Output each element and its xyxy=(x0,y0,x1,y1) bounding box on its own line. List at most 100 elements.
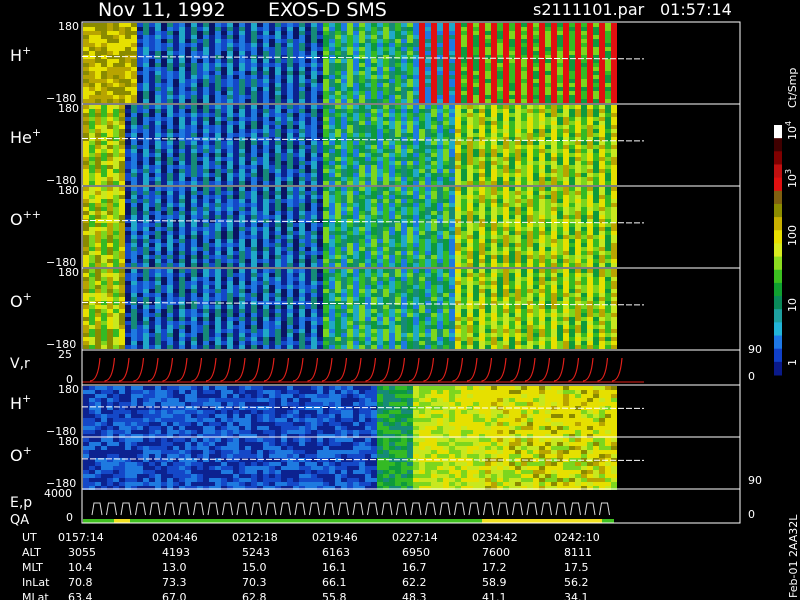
heatmap-o-plus-1 xyxy=(83,269,617,349)
footer-cell-mlt: 17.2 xyxy=(482,561,507,574)
heatmap-o-plus-2 xyxy=(83,438,617,490)
colorbar-segment xyxy=(774,125,782,139)
colorbar-segment xyxy=(774,282,782,297)
panel-right-bottom-o-plus-2: 90 xyxy=(748,474,762,487)
footer-cell-ut: 0157:14 xyxy=(58,531,104,544)
footer-cell-inlat: 70.8 xyxy=(68,576,93,589)
colorbar: 1 10 100 103 104 xyxy=(774,121,799,376)
colorbar-tick-label: 103 xyxy=(784,169,799,188)
panel-right-bottom-ep-qa: 0 xyxy=(748,508,755,521)
panel-ymax-o-plus-2: 180 xyxy=(58,435,79,448)
colorbar-segment xyxy=(774,151,782,165)
footer-rev-label: Feb-01 2AA32L xyxy=(787,514,800,598)
footer-cell-mlat: 62.8 xyxy=(242,591,267,600)
panel-ymin-ep-qa: 0 xyxy=(66,511,73,524)
panel-ymax-ep-qa: 4000 xyxy=(44,487,72,500)
header-file: s2111101.par xyxy=(533,0,645,19)
colorbar-segment xyxy=(774,335,782,350)
footer-row-label-mlt: MLT xyxy=(22,561,43,574)
footer-cell-ut: 0234:42 xyxy=(472,531,518,544)
footer-row-label-ut: UT xyxy=(22,531,37,544)
footer-cell-ut: 0204:46 xyxy=(152,531,198,544)
panel-ymax-o-plus-plus: 180 xyxy=(58,184,79,197)
colorbar-segment xyxy=(774,348,782,363)
footer-cell-inlat: 66.1 xyxy=(322,576,347,589)
panel-label-ep-qa: E,p xyxy=(10,495,32,511)
footer-row-label-mlat: MLat xyxy=(22,591,49,600)
velocity-trace xyxy=(89,357,623,382)
panel-ymax-h-plus-2: 180 xyxy=(58,383,79,396)
panel-label2-ep-qa: QA xyxy=(10,513,29,528)
energy-trace xyxy=(91,502,610,516)
qa-bar-flag-2 xyxy=(482,519,602,523)
panel-label-o-plus-2: O+ xyxy=(10,444,32,465)
footer-cell-alt: 6163 xyxy=(322,546,350,559)
colorbar-tick-label: 1 xyxy=(786,359,799,366)
colorbar-tick-exponent: 3 xyxy=(784,169,793,174)
footer-row-label-alt: ALT xyxy=(22,546,41,559)
colorbar-segment xyxy=(774,361,782,376)
footer-cell-inlat: 73.3 xyxy=(162,576,187,589)
panel-label-o-plus-plus: O++ xyxy=(10,208,41,229)
panel-right-bottom-vr: 0 xyxy=(748,370,755,383)
colorbar-segment xyxy=(774,296,782,310)
colorbar-unit: Ct/Smp xyxy=(786,68,799,108)
footer-cell-mlt: 10.4 xyxy=(68,561,93,574)
footer-cell-inlat: 56.2 xyxy=(564,576,589,589)
colorbar-segment xyxy=(774,243,782,258)
heatmap-h-plus-1 xyxy=(83,23,617,103)
panel-label-h-plus-1: H+ xyxy=(10,44,31,65)
colorbar-tick-label: 10 xyxy=(786,298,799,312)
panel-label-sup-o-plus-1: + xyxy=(23,290,32,303)
heatmap-h-plus-2 xyxy=(83,386,617,438)
panel-label-sup-o-plus-2: + xyxy=(23,444,32,457)
colorbar-segment xyxy=(774,269,782,284)
footer-cell-inlat: 70.3 xyxy=(242,576,267,589)
footer-cell-ut: 0227:14 xyxy=(392,531,438,544)
panel-ymax-vr: 25 xyxy=(58,348,72,361)
header-time: 01:57:14 xyxy=(660,0,732,19)
colorbar-tick-label: 104 xyxy=(784,121,799,140)
colorbar-segment xyxy=(774,230,782,244)
header-date: Nov 11, 1992 xyxy=(98,0,226,21)
footer-cell-mlt: 16.7 xyxy=(402,561,427,574)
qa-bar-flag-1 xyxy=(114,519,130,523)
panel-label-h-plus-2: H+ xyxy=(10,392,31,413)
colorbar-segment xyxy=(774,190,782,205)
footer-cell-inlat: 58.9 xyxy=(482,576,507,589)
footer-cell-mlat: 67.0 xyxy=(162,591,187,600)
panel-ymax-he-plus: 180 xyxy=(58,102,79,115)
footer-cell-ut: 0219:46 xyxy=(312,531,358,544)
footer-cell-inlat: 62.2 xyxy=(402,576,427,589)
footer-cell-alt: 5243 xyxy=(242,546,270,559)
exos-d-sms-chart: Nov 11, 1992 EXOS-D SMS s2111101.par 01:… xyxy=(10,0,800,600)
footer-cell-mlt: 13.0 xyxy=(162,561,187,574)
footer-cell-alt: 8111 xyxy=(564,546,592,559)
panel-label-vr: V,r xyxy=(10,356,30,372)
footer-cell-alt: 6950 xyxy=(402,546,430,559)
panel-label-he-plus: He+ xyxy=(10,126,41,147)
panel-label-sup-he-plus: + xyxy=(32,126,41,139)
footer-cell-mlt: 16.1 xyxy=(322,561,347,574)
footer-cell-alt: 4193 xyxy=(162,546,190,559)
footer-cell-mlat: 63.4 xyxy=(68,591,93,600)
colorbar-segment xyxy=(774,164,782,179)
footer-cell-mlat: 55.8 xyxy=(322,591,347,600)
panel-label-sup-o-plus-plus: ++ xyxy=(23,208,41,221)
panel-right-top-vr: 90 xyxy=(748,343,762,356)
colorbar-segment xyxy=(774,217,782,231)
header-instrument: EXOS-D SMS xyxy=(268,0,387,21)
colorbar-segment xyxy=(774,177,782,192)
colorbar-segment xyxy=(774,256,782,271)
panel-ymax-h-plus-1: 180 xyxy=(58,20,79,33)
footer-cell-alt: 7600 xyxy=(482,546,510,559)
footer-cell-mlt: 15.0 xyxy=(242,561,267,574)
footer-cell-mlat: 48.3 xyxy=(402,591,427,600)
footer-cell-mlat: 34.1 xyxy=(564,591,589,600)
panel-label-sup-h-plus-2: + xyxy=(22,392,31,405)
colorbar-segment xyxy=(774,138,782,152)
colorbar-segment xyxy=(774,322,782,337)
colorbar-tick-exponent: 4 xyxy=(784,121,793,126)
footer-cell-ut: 0212:18 xyxy=(232,531,278,544)
footer-cell-mlat: 41.1 xyxy=(482,591,507,600)
